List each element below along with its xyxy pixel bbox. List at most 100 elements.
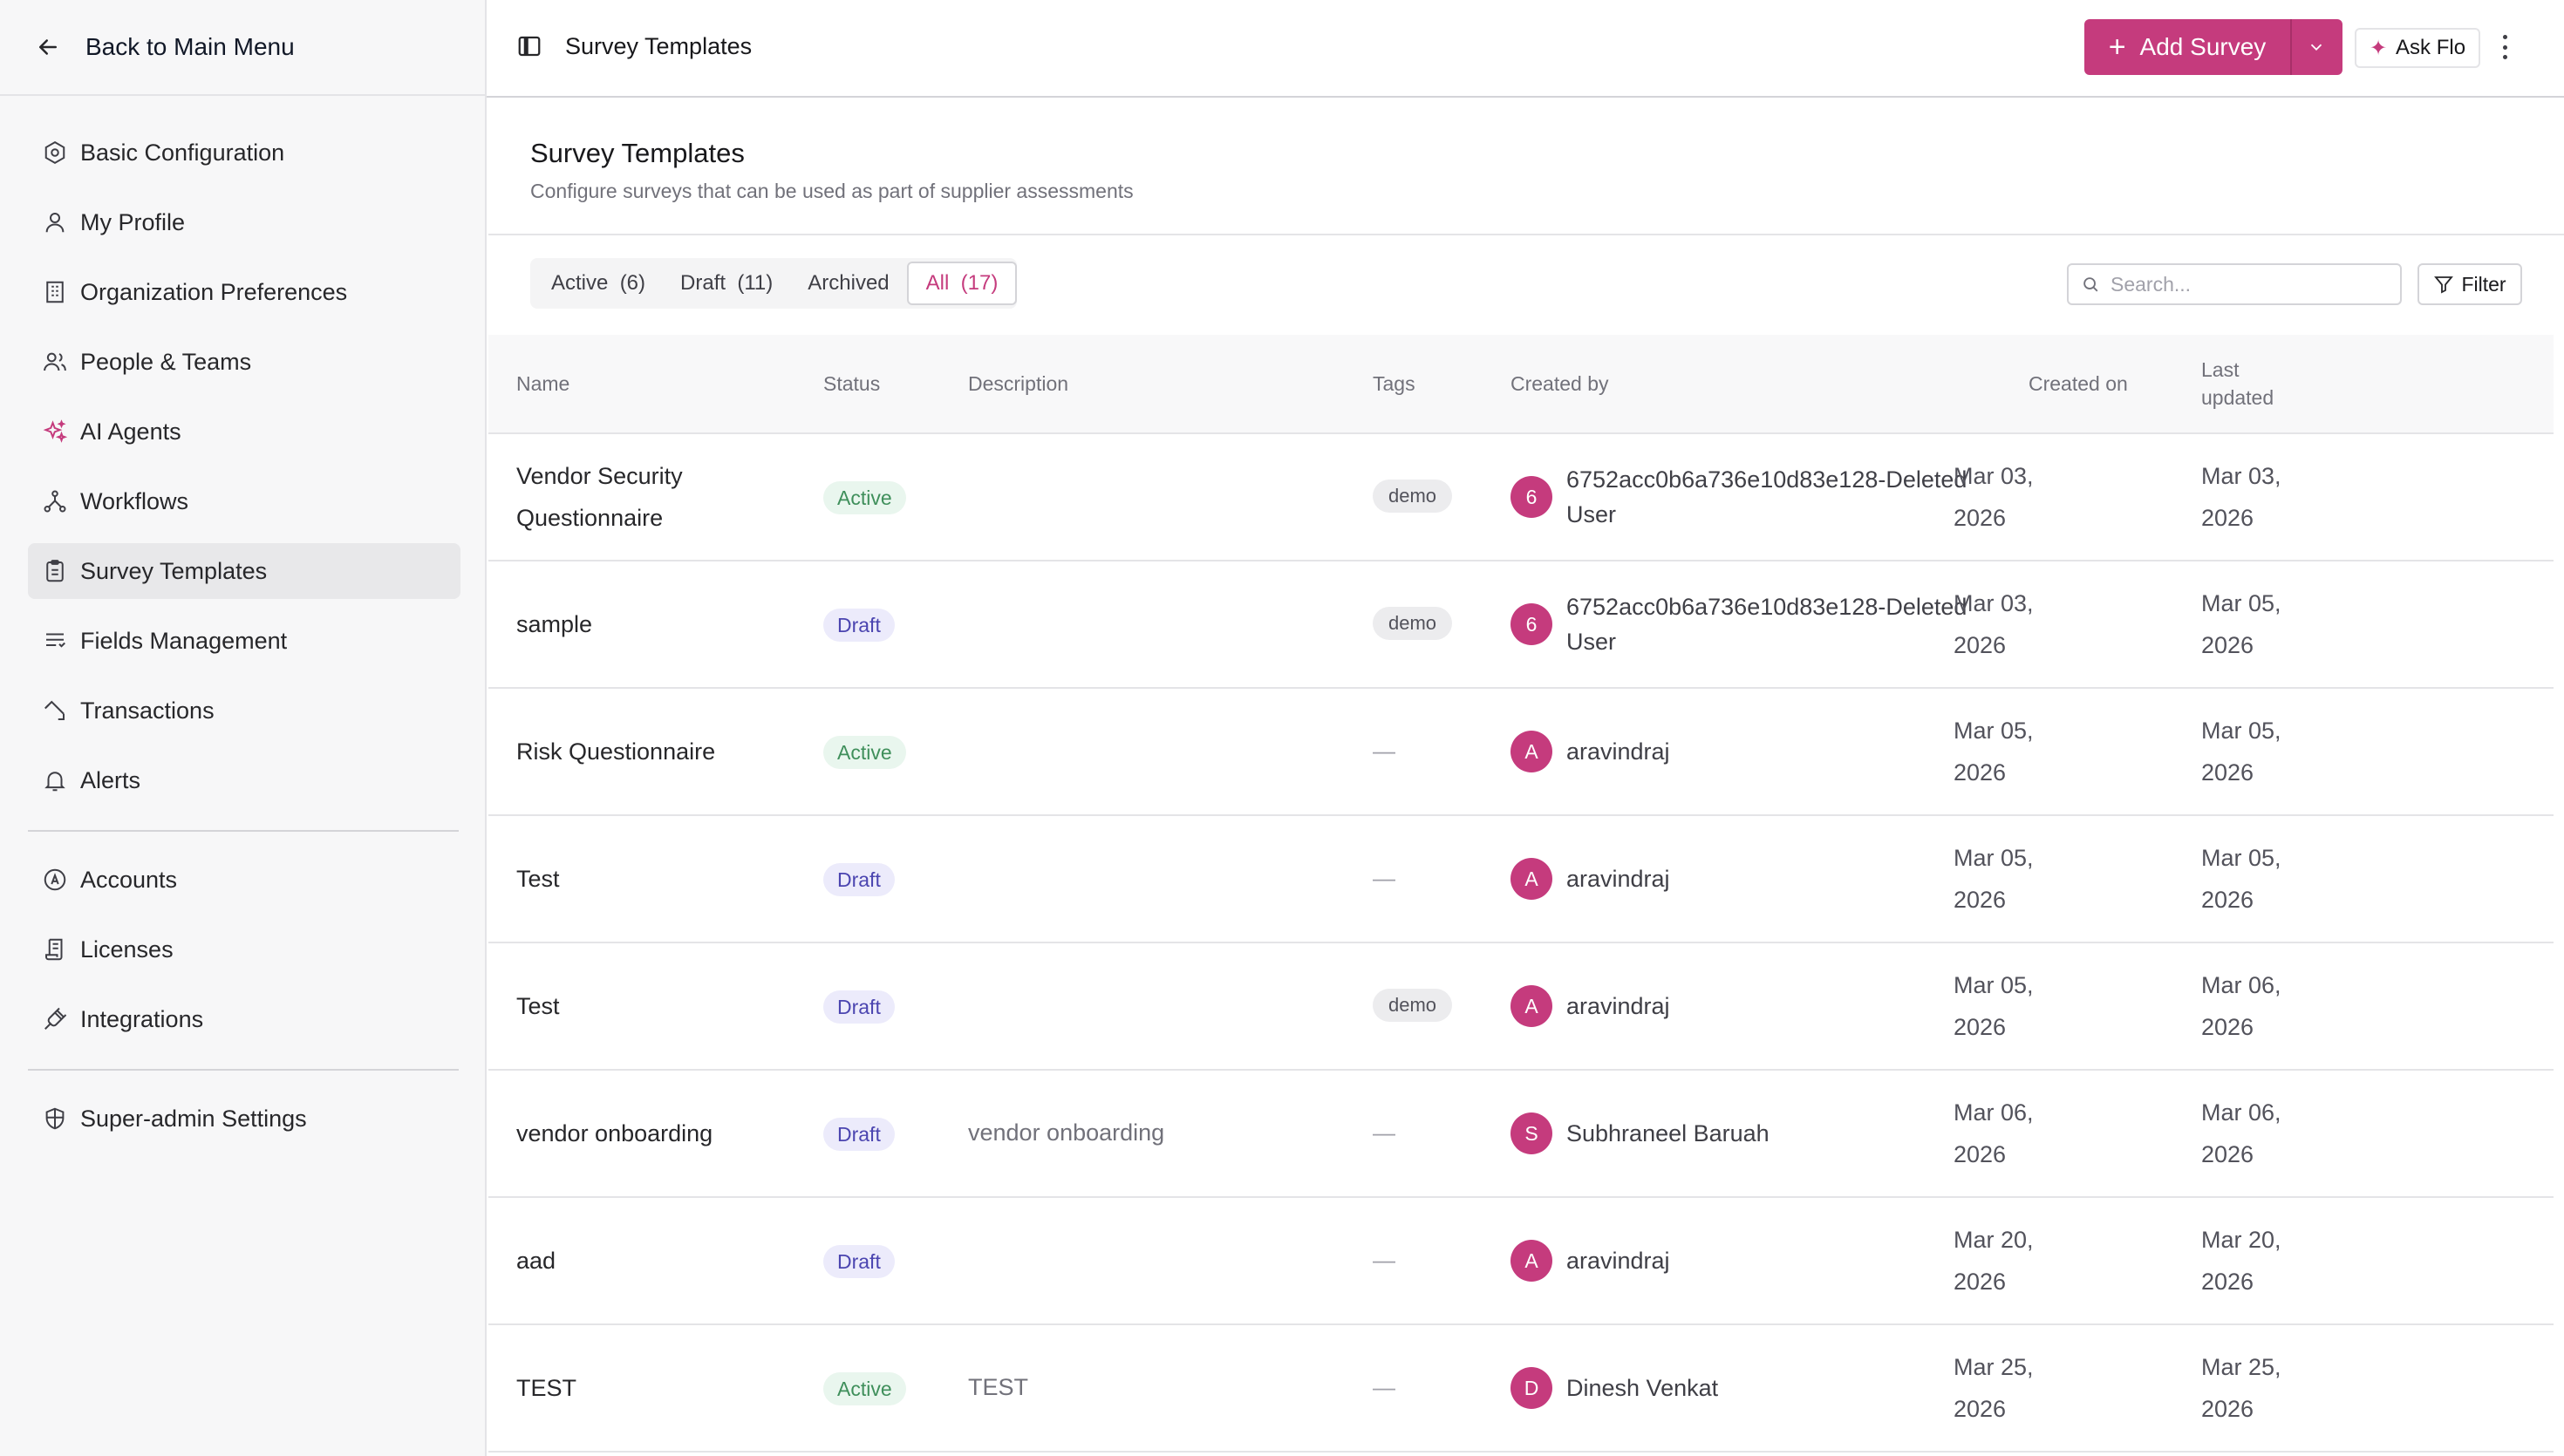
survey-name[interactable]: aad xyxy=(516,1240,778,1282)
filter-button[interactable]: Filter xyxy=(2417,263,2522,305)
chevron-down-icon xyxy=(2310,44,2322,51)
sidebar-item-my-profile[interactable]: My Profile xyxy=(28,194,460,250)
sidebar-item-label: Licenses xyxy=(80,936,174,963)
add-survey-button-group: + Add Survey xyxy=(2084,19,2342,75)
sidebar-item-basic-configuration[interactable]: Basic Configuration xyxy=(28,125,460,180)
sidebar-item-alerts[interactable]: Alerts xyxy=(28,752,460,808)
date-line: Mar 05, xyxy=(2201,718,2281,744)
tab-all[interactable]: All (17) xyxy=(906,262,1018,305)
sidebar-item-licenses[interactable]: Licenses xyxy=(28,922,460,977)
tab-archived[interactable]: Archived xyxy=(790,262,906,305)
status-badge: Draft xyxy=(823,990,895,1024)
survey-name[interactable]: Test xyxy=(516,985,778,1027)
created-on-date: Mar 05, 2026 xyxy=(1954,710,2034,793)
column-last-updated[interactable]: Last updated xyxy=(2201,356,2274,412)
add-survey-dropdown[interactable] xyxy=(2292,19,2341,75)
add-survey-button[interactable]: + Add Survey xyxy=(2084,19,2292,75)
sidebar-item-label: My Profile xyxy=(80,208,186,235)
table-row[interactable]: TEST Active TEST — D Dinesh Venkat Mar 25, 2026… xyxy=(488,1325,2554,1453)
tab-active[interactable]: Active (6) xyxy=(534,262,663,305)
survey-name[interactable]: TEST xyxy=(516,1367,778,1409)
sidebar-item-label: People & Teams xyxy=(80,348,252,375)
survey-name-line: vendor onboarding xyxy=(516,1120,713,1146)
created-on-date: Mar 20, 2026 xyxy=(1954,1219,2034,1303)
status-badge: Active xyxy=(823,1372,906,1405)
avatar: A xyxy=(1510,985,1552,1027)
sidebar-item-label: Integrations xyxy=(80,1005,204,1032)
sidebar-item-integrations[interactable]: Integrations xyxy=(28,991,460,1047)
creator-name: 6752acc0b6a736e10d83e128-Deleted User xyxy=(1566,462,1985,532)
column-status[interactable]: Status xyxy=(823,370,880,398)
column-description[interactable]: Description xyxy=(968,370,1068,398)
building-icon xyxy=(46,281,64,303)
sidebar-item-fields-management[interactable]: Fields Management xyxy=(28,613,460,669)
table-row[interactable]: sample Draft demo 6 6752acc0b6a736e10d83e128… xyxy=(488,561,2554,689)
empty-tag: — xyxy=(1373,865,1395,891)
table-row[interactable]: Vendor Security Questionnaire Active demo 6 6… xyxy=(488,434,2554,561)
survey-name[interactable]: Risk Questionnaire xyxy=(516,731,778,772)
column-created-by[interactable]: Created by xyxy=(1510,370,1609,398)
sidebar-item-label: Organization Preferences xyxy=(80,278,348,305)
table-row[interactable]: Risk Questionnaire Active — Aaravindraj Mar … xyxy=(488,689,2554,816)
date-line: Mar 05, xyxy=(2201,845,2281,871)
creator-name-line: aravindraj xyxy=(1566,738,1670,765)
sidebar-item-ai-agents[interactable]: AI Agents xyxy=(28,404,460,459)
last-updated-date: Mar 25, 2026 xyxy=(2201,1346,2281,1430)
sparkles-icon xyxy=(43,419,68,443)
survey-name-line: TEST xyxy=(516,1375,577,1401)
date-line: Mar 03, xyxy=(1954,463,2034,489)
survey-description: vendor onboarding xyxy=(968,1119,1165,1146)
date-line: 2026 xyxy=(2201,505,2254,531)
date-line: 2026 xyxy=(1954,1014,2007,1040)
arrow-left-icon xyxy=(39,39,57,55)
survey-name[interactable]: Vendor Security Questionnaire xyxy=(516,455,778,539)
sidebar-toggle-icon[interactable] xyxy=(516,33,542,59)
users-icon xyxy=(44,352,66,371)
sidebar-item-survey-templates[interactable]: Survey Templates xyxy=(28,543,460,599)
workflow-icon xyxy=(44,490,66,513)
empty-tag: — xyxy=(1373,1247,1395,1273)
tab-draft[interactable]: Draft (11) xyxy=(663,262,790,305)
survey-name[interactable]: vendor onboarding xyxy=(516,1112,778,1154)
sidebar-item-label: Survey Templates xyxy=(80,557,268,584)
table-row[interactable]: Test Draft demo Aaravindraj Mar 05, 2026 Mar 0… xyxy=(488,943,2554,1071)
back-to-main-menu[interactable]: Back to Main Menu xyxy=(0,0,485,96)
creator-name: aravindraj xyxy=(1566,989,1985,1024)
table-row[interactable]: aad Draft — Aaravindraj Mar 20, 2026 Mar 20, 20… xyxy=(488,1198,2554,1325)
add-survey-label: Add Survey xyxy=(2139,33,2267,60)
search-input[interactable] xyxy=(2111,272,2390,296)
back-label: Back to Main Menu xyxy=(85,33,295,60)
tag-chip: demo xyxy=(1373,480,1453,513)
sidebar-item-accounts[interactable]: Accounts xyxy=(28,852,460,908)
column-name[interactable]: Name xyxy=(516,370,569,398)
created-on-date: Mar 06, 2026 xyxy=(1954,1092,2034,1175)
creator-name-line: User xyxy=(1566,629,1617,655)
survey-name-line: Test xyxy=(516,866,560,892)
column-tags[interactable]: Tags xyxy=(1373,370,1415,398)
column-created-on[interactable]: Created on xyxy=(2029,370,2128,398)
table-row[interactable]: Test Draft — Aaravindraj Mar 05, 2026 Mar 05, 2… xyxy=(488,816,2554,943)
more-options-icon[interactable] xyxy=(2498,31,2512,63)
sidebar-divider xyxy=(28,830,459,832)
last-updated-date: Mar 03, 2026 xyxy=(2201,455,2281,539)
survey-name-line: Risk Questionnaire xyxy=(516,738,716,765)
empty-tag: — xyxy=(1373,1119,1395,1146)
sidebar-item-organization-preferences[interactable]: Organization Preferences xyxy=(28,264,460,320)
status-badge: Draft xyxy=(823,863,895,896)
creator-name: 6752acc0b6a736e10d83e128-Deleted User xyxy=(1566,589,1985,659)
sidebar-item-people-teams[interactable]: People & Teams xyxy=(28,334,460,390)
date-line: 2026 xyxy=(2201,1141,2254,1167)
last-updated-date: Mar 05, 2026 xyxy=(2201,837,2281,921)
sidebar-item-transactions[interactable]: Transactions xyxy=(28,683,460,738)
table-row[interactable]: vendor onboarding Draft vendor onboarding —… xyxy=(488,1071,2554,1198)
ask-flo-button[interactable]: ✦ Ask Flo xyxy=(2355,28,2480,68)
page-subtitle: Configure surveys that can be used as pa… xyxy=(530,180,1134,202)
survey-name[interactable]: sample xyxy=(516,603,778,645)
created-on-date: Mar 05, 2026 xyxy=(1954,964,2034,1048)
survey-name[interactable]: Test xyxy=(516,858,778,900)
bell-icon xyxy=(44,772,65,792)
date-line: Mar 20, xyxy=(2201,1227,2281,1253)
sidebar-item-super-admin-settings[interactable]: Super-admin Settings xyxy=(28,1091,460,1146)
tag-chip: demo xyxy=(1373,607,1453,640)
sidebar-item-workflows[interactable]: Workflows xyxy=(28,473,460,529)
